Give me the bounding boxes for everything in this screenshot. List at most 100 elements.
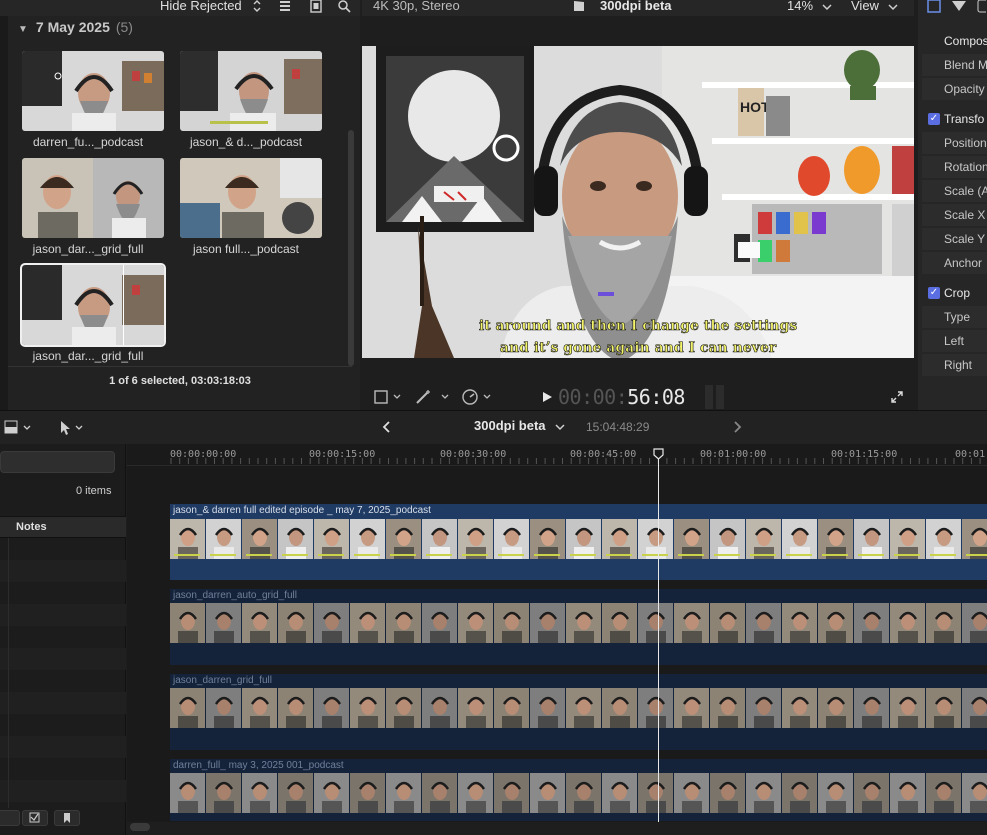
retime-speed-icon[interactable] [460,388,496,406]
index-item-count: 0 items [76,485,112,497]
fullscreen-icon[interactable] [890,390,904,404]
inspector-crop-label: Crop [944,286,971,300]
inspector-scale-all[interactable]: Scale (A [922,180,987,202]
timeline-scroll-thumb[interactable] [130,823,150,831]
timeline-clip[interactable]: jason_& darren full edited episode _ may… [170,504,987,580]
inspector-scale-x[interactable]: Scale X [922,204,987,226]
clip-thumbnail[interactable] [180,51,322,131]
timeline-index [0,444,126,835]
clapper-icon [574,1,584,11]
inspector-rotation[interactable]: Rotation [922,156,987,178]
notes-column-label: Notes [16,521,47,533]
index-row [0,780,126,802]
clip-thumbnail[interactable] [180,158,322,238]
index-row [0,736,126,758]
date-group-count: (5) [115,19,133,35]
clip-thumbnail[interactable] [22,51,164,131]
inspector-position[interactable]: Position [922,132,987,154]
inspector-opacity[interactable]: Opacity [922,78,987,100]
timeline-scrollbar[interactable] [127,822,987,835]
clip-thumbnail-image [22,265,164,345]
list-view-icon[interactable] [278,0,292,13]
date-group-label: 7 May 2025 [35,19,110,35]
inspector-crop-left[interactable]: Left [922,330,987,352]
search-icon[interactable] [337,0,351,13]
index-notes-column-header[interactable]: Notes [0,516,126,538]
forward-arrow-icon[interactable] [730,420,744,434]
clip-thumbnail-label: jason_dar..._grid_full [32,349,144,363]
playhead[interactable] [658,450,659,835]
chevron-down-icon[interactable] [554,421,566,433]
clip-thumbnail-image [22,158,164,238]
clip-appearance-icon[interactable] [4,420,34,436]
zoom-menu[interactable]: 14% [787,0,813,13]
viewer-project-title: 300dpi beta [600,0,672,13]
video-frame-image: HOT it around and then I change the sett… [362,46,914,358]
clip-thumbnail-label: jason_dar..._grid_full [32,242,144,256]
select-tool-icon[interactable] [58,420,88,436]
index-row [0,648,126,670]
inspector-anchor[interactable]: Anchor [922,252,987,274]
clip-thumbnail-image [22,51,164,131]
timeline-duration: 15:04:48:29 [586,420,650,434]
transform-checkbox[interactable]: ✓ [928,113,940,125]
playhead-handle-icon[interactable] [653,448,664,460]
inspector-crop-right[interactable]: Right [922,354,987,376]
ruler-label: 00:01:00:00 [700,449,767,460]
clip-thumbnail-label: darren_fu..._podcast [32,135,144,149]
viewer-format-label: 4K 30p, Stereo [373,0,460,13]
ruler-label: 00:01:15:00 [831,449,898,460]
hide-rejected-filter[interactable]: Hide Rejected [160,0,242,13]
back-arrow-icon[interactable] [380,420,394,434]
transform-tool-icon[interactable] [372,388,402,406]
index-column-divider [8,538,9,808]
disclosure-triangle-icon[interactable]: ▼ [18,24,28,35]
chevron-down-icon[interactable] [820,0,834,14]
clip-thumbnail-label: jason full..._podcast [192,242,300,256]
date-group-header[interactable]: ▼ 7 May 2025 (5) [18,19,133,35]
clip-thumbnail[interactable] [22,158,164,238]
index-roles-tab[interactable] [54,810,80,826]
browser-scrollbar[interactable] [348,130,354,366]
chevron-down-icon[interactable] [886,0,900,14]
inspector-blend-mode[interactable]: Blend M [922,54,987,76]
index-tags-tab[interactable] [22,810,48,826]
svg-text:HOT: HOT [740,99,770,115]
ruler-label: 00:00:00:00 [170,449,237,460]
inspector-scale-y[interactable]: Scale Y [922,228,987,250]
ruler-label: 00:00:15:00 [309,449,376,460]
view-menu[interactable]: View [851,0,879,13]
clip-title: jason_& darren full edited episode _ may… [173,505,431,516]
timeline-clip[interactable]: darren_full_ may 3, 2025 001_podcast [170,759,987,821]
filmstrip-view-icon[interactable] [309,0,323,13]
timeline-clip[interactable]: jason_darren_auto_grid_full [170,589,987,665]
enhance-wand-icon[interactable] [414,388,452,406]
subtitle-line-1: it around and then I change the settings [479,318,797,334]
ruler-label: 00:00:30:00 [440,449,507,460]
inspector-tabs[interactable] [926,0,986,14]
audio-meter-right [716,385,724,409]
updown-chevron-icon[interactable] [250,0,264,13]
sidebar-edge [0,16,8,410]
bookmark-icon [64,813,70,823]
viewer-video-frame[interactable]: HOT it around and then I change the sett… [362,46,914,358]
inspector-crop-type[interactable]: Type [922,306,987,328]
index-search-field[interactable] [0,451,115,473]
browser-selection-status: 1 of 6 selected, 03:03:18:03 [8,366,352,394]
crop-checkbox[interactable]: ✓ [928,287,940,299]
subtitle-line-2: and it’s gone again and I can never [500,340,777,356]
inspector-compositing[interactable]: Compos [922,30,987,52]
clip-thumbnail-label: jason_& d..._podcast [189,135,303,149]
inspector-crop[interactable]: ✓ Crop [922,282,987,304]
play-icon[interactable] [540,390,554,404]
timecode-dim: 00:00: [558,385,628,409]
audio-meter-left [705,385,713,409]
inspector-transform[interactable]: ✓ Transfo [922,108,987,130]
timeline-clip[interactable]: jason_darren_grid_full [170,674,987,750]
index-clips-tab[interactable] [0,810,20,826]
index-row [0,604,126,626]
clip-thumbnail-image [180,51,322,131]
clip-thumbnail-selected[interactable] [20,263,166,347]
timeline-project-name[interactable]: 300dpi beta [474,418,546,433]
timecode-bright: 56:08 [627,385,685,409]
